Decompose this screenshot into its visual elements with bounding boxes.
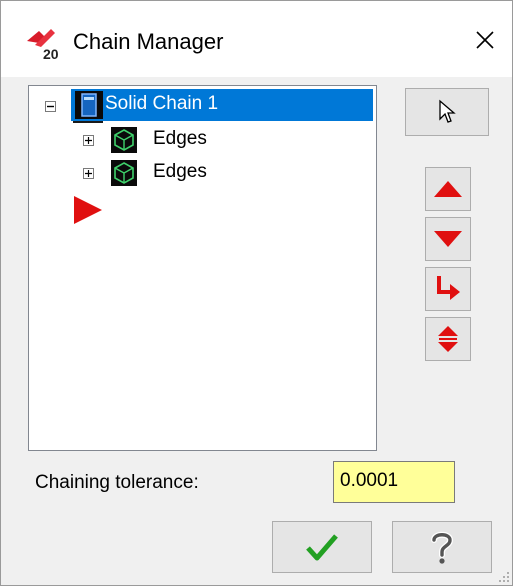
tree-node-label: Solid Chain 1 (105, 93, 219, 114)
select-button[interactable] (405, 88, 489, 136)
reverse-icon (437, 276, 460, 300)
swap-button[interactable] (425, 317, 471, 361)
tree-node-label: Edges (153, 128, 207, 149)
insert-marker-icon (74, 196, 102, 224)
app-logo-icon: 20 (27, 29, 59, 61)
swap-icon (438, 326, 458, 352)
edges-cube-icon (111, 160, 137, 186)
question-icon (431, 531, 454, 564)
move-up-button[interactable] (425, 167, 471, 211)
tree-node-edges-2[interactable]: Edges (81, 158, 281, 188)
title-bar: 20 Chain Manager (1, 1, 512, 77)
move-up-icon (434, 181, 462, 197)
expand-toggle[interactable] (83, 135, 94, 146)
solid-chain-icon (75, 91, 103, 119)
select-pointer-icon (439, 99, 456, 123)
close-button[interactable] (462, 17, 508, 63)
chain-manager-dialog: 20 Chain Manager Solid Chain 1 Edges Edg… (0, 0, 513, 586)
collapse-toggle[interactable] (45, 101, 56, 112)
move-down-icon (434, 231, 462, 247)
resize-grip-icon[interactable] (498, 571, 510, 583)
close-icon (476, 31, 494, 49)
window-title: Chain Manager (73, 29, 224, 54)
move-down-button[interactable] (425, 217, 471, 261)
chaining-tolerance-label: Chaining tolerance: (35, 472, 199, 493)
check-icon (306, 534, 338, 561)
svg-text:20: 20 (43, 46, 59, 61)
chaining-tolerance-input[interactable]: 0.0001 (333, 461, 455, 503)
edges-cube-icon (111, 127, 137, 153)
tree-node-label: Edges (153, 161, 207, 182)
ok-button[interactable] (272, 521, 372, 573)
expand-toggle[interactable] (83, 168, 94, 179)
tree-node-edges-1[interactable]: Edges (81, 125, 281, 155)
tree-node-solid-chain-1[interactable]: Solid Chain 1 (71, 89, 373, 121)
help-button[interactable] (392, 521, 492, 573)
reverse-button[interactable] (425, 267, 471, 311)
